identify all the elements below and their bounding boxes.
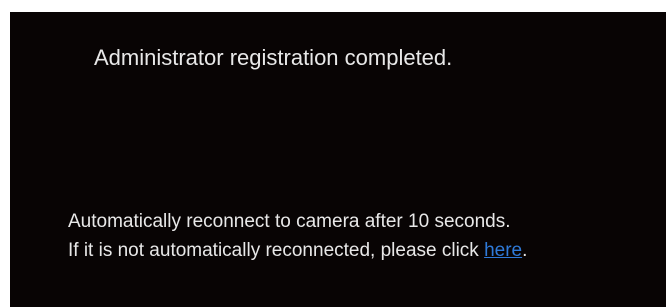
manual-reconnect-period: .	[522, 240, 528, 261]
reconnect-here-link[interactable]: here	[484, 240, 522, 261]
screen: Administrator registration completed. Au…	[0, 0, 672, 307]
auto-reconnect-message: Automatically reconnect to camera after …	[68, 211, 511, 232]
manual-reconnect-message: If it is not automatically reconnected, …	[68, 239, 527, 263]
registration-complete-title: Administrator registration completed.	[94, 45, 453, 70]
top-strip	[0, 0, 672, 12]
registration-complete-panel: Administrator registration completed. Au…	[10, 12, 666, 307]
manual-reconnect-text: If it is not automatically reconnected, …	[68, 240, 485, 261]
